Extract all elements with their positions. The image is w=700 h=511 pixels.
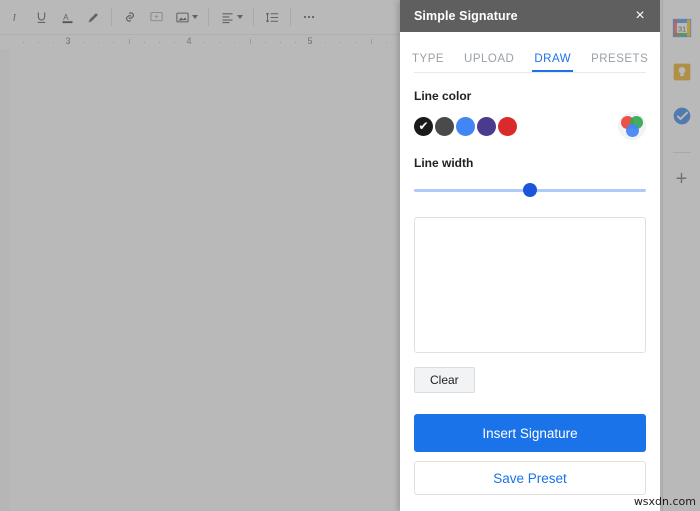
line-width-slider[interactable] xyxy=(414,179,646,201)
line-color-label: Line color xyxy=(414,89,472,103)
swatch-blue[interactable] xyxy=(456,116,475,136)
clear-button[interactable]: Clear xyxy=(414,367,475,393)
close-icon[interactable]: × xyxy=(630,6,650,26)
insert-signature-button[interactable]: Insert Signature xyxy=(414,414,646,452)
swatch-black[interactable]: ✔ xyxy=(414,116,433,136)
watermark: wsxdn.com xyxy=(633,495,696,508)
panel-header: Simple Signature × xyxy=(400,0,660,32)
line-width-label: Line width xyxy=(414,156,474,170)
signature-draw-canvas[interactable] xyxy=(414,217,646,353)
swatch-check-icon: ✔ xyxy=(418,119,429,133)
panel-tabs: TYPE UPLOAD DRAW PRESETS xyxy=(400,42,660,72)
swatch-purple[interactable] xyxy=(477,116,496,136)
rgb-color-picker-icon[interactable] xyxy=(618,112,646,140)
line-color-swatches: ✔ xyxy=(414,112,646,140)
app-root: I A xyxy=(0,0,700,511)
tab-draw[interactable]: DRAW xyxy=(532,53,573,72)
slider-thumb[interactable] xyxy=(523,183,537,197)
simple-signature-panel: Simple Signature × TYPE UPLOAD DRAW PRES… xyxy=(400,0,660,511)
panel-body: Line color ✔ Line width Clear Insert Sig… xyxy=(400,73,660,511)
swatch-red[interactable] xyxy=(498,116,517,136)
rgb-blue-circle xyxy=(625,124,639,137)
tab-upload[interactable]: UPLOAD xyxy=(464,53,514,72)
panel-title: Simple Signature xyxy=(414,9,518,23)
tab-presets[interactable]: PRESETS xyxy=(591,53,648,72)
swatch-dark-gray[interactable] xyxy=(435,116,454,136)
save-preset-button[interactable]: Save Preset xyxy=(414,461,646,495)
panel-footer-actions: Insert Signature Save Preset xyxy=(414,414,646,495)
tab-type[interactable]: TYPE xyxy=(412,53,444,72)
